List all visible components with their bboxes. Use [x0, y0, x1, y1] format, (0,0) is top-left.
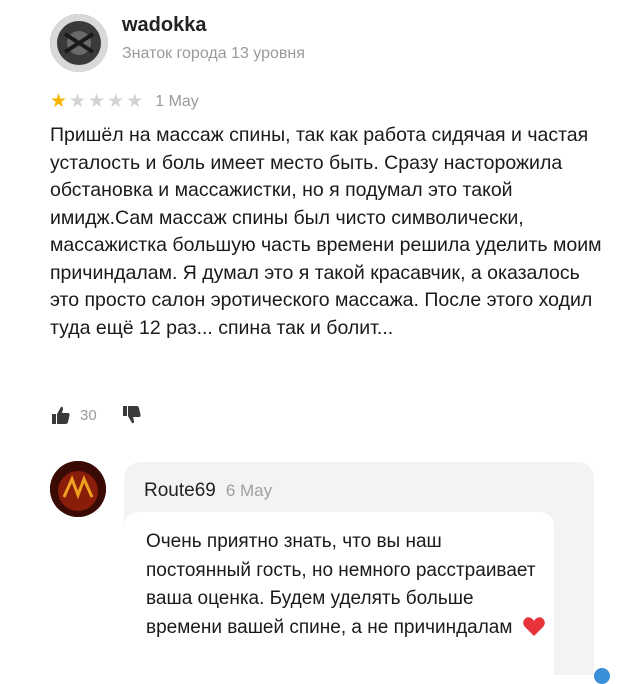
reply-avatar[interactable]: [50, 461, 106, 517]
review-date: 1 May: [155, 93, 199, 110]
reactions: 30: [50, 404, 143, 426]
review-text: Пришёл на массаж спины, так как работа с…: [50, 124, 602, 339]
reply-text: Очень приятно знать, что вы наш постоянн…: [146, 531, 536, 638]
star-icon: ★: [126, 91, 144, 112]
reply-author[interactable]: Route69: [144, 480, 216, 502]
thumbs-up-icon[interactable]: [50, 404, 72, 426]
reply-text-block: Очень приятно знать, что вы наш постоянн…: [146, 528, 546, 642]
reply-header: Route69 6 May: [144, 480, 272, 502]
star-icon: ★: [69, 91, 87, 112]
thumbs-down-icon[interactable]: [121, 404, 143, 426]
reply-date: 6 May: [225, 481, 273, 500]
heart-icon: [522, 615, 546, 637]
author-name[interactable]: wadokka: [122, 14, 206, 37]
star-icon: ★: [88, 91, 106, 112]
rating: ★ ★ ★ ★ ★ 1 May: [50, 92, 199, 112]
reply-card: Route69 6 May Очень приятно знать, что в…: [124, 462, 594, 675]
star-icon: ★: [107, 91, 125, 112]
like-count: 30: [80, 406, 97, 424]
reply-bubble: Очень приятно знать, что вы наш постоянн…: [124, 512, 554, 675]
author-status: Знаток города 13 уровня: [122, 45, 305, 62]
star-icon: ★: [50, 91, 68, 112]
scroll-indicator: [594, 668, 610, 684]
author-avatar[interactable]: [50, 14, 108, 72]
